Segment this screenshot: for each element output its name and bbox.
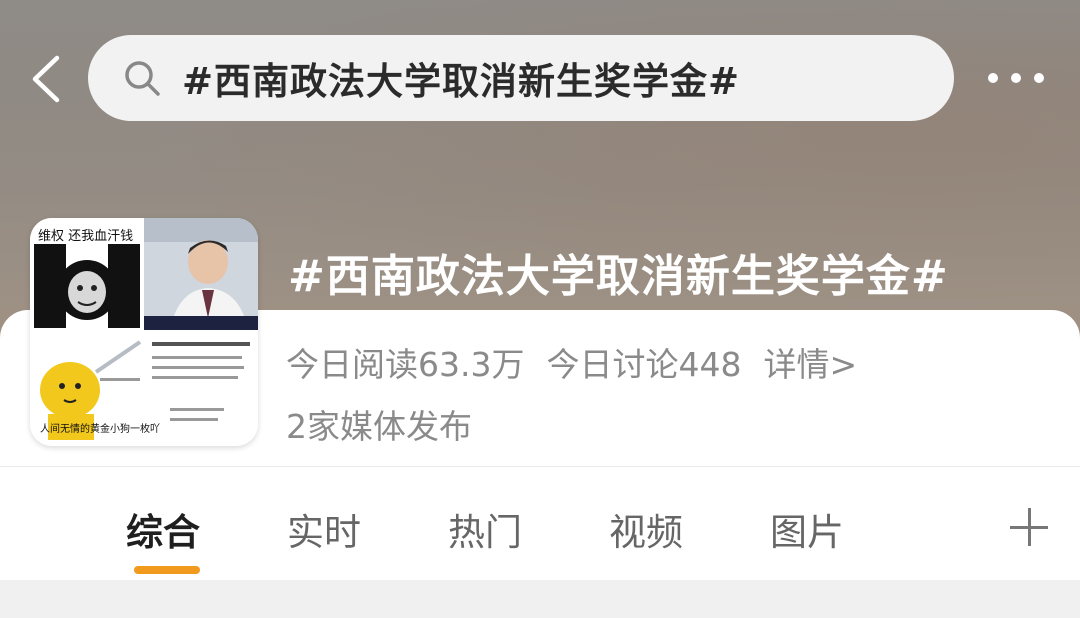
active-tab-indicator (134, 566, 200, 574)
tab-video[interactable]: 视频 (609, 502, 683, 556)
tab-hot[interactable]: 热门 (448, 502, 522, 556)
content-area-top (0, 580, 1080, 618)
divider (0, 466, 1080, 467)
search-icon (122, 58, 162, 98)
search-query-text[interactable]: #西南政法大学取消新生奖学金# (182, 51, 740, 105)
topic-thumbnail[interactable]: 维权 还我血汗钱 人间无情的黄金小狗一枚吖 (30, 218, 258, 446)
topic-stats: 今日阅读63.3万 今日讨论448 详情> (286, 338, 857, 386)
tab-comprehensive[interactable]: 综合 (126, 502, 200, 556)
today-reads: 今日阅读63.3万 (286, 345, 525, 384)
search-bar[interactable]: #西南政法大学取消新生奖学金# (88, 35, 954, 121)
today-discussions: 今日讨论448 (546, 345, 742, 384)
details-link[interactable]: 详情> (763, 338, 857, 386)
thumbnail-caption-top: 维权 还我血汗钱 (38, 228, 133, 244)
plus-icon[interactable] (1008, 506, 1050, 548)
more-options-button[interactable] (980, 62, 1052, 94)
back-button[interactable] (18, 44, 74, 114)
chevron-left-icon (32, 55, 60, 103)
tab-realtime[interactable]: 实时 (287, 502, 361, 556)
more-horizontal-icon (988, 73, 998, 83)
media-count: 2家媒体发布 (286, 407, 472, 446)
topic-title: #西南政法大学取消新生奖学金# (288, 251, 949, 302)
tab-images[interactable]: 图片 (770, 502, 844, 556)
thumbnail-caption-bottom: 人间无情的黄金小狗一枚吖 (40, 422, 160, 435)
tab-bar: 综合 实时 热门 视频 图片 (0, 482, 1080, 574)
